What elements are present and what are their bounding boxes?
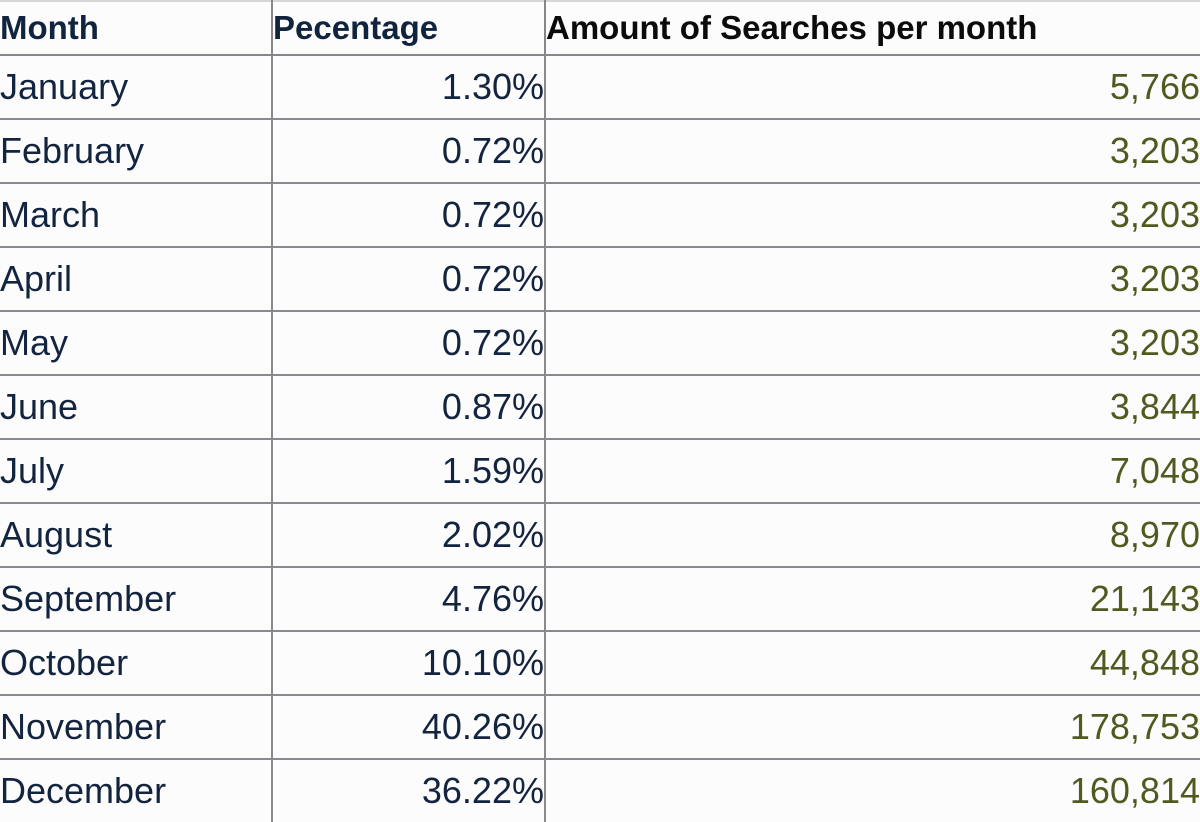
cell-percentage[interactable]: 1.59% <box>272 439 546 504</box>
cell-percentage[interactable]: 0.72% <box>272 183 546 248</box>
cell-percentage[interactable]: 10.10% <box>272 631 546 696</box>
cell-month[interactable]: November <box>0 695 273 760</box>
cell-percentage[interactable]: 4.76% <box>272 567 546 632</box>
cell-percentage[interactable]: 40.26% <box>272 695 546 760</box>
cell-percentage[interactable]: 2.02% <box>272 503 546 568</box>
cell-month[interactable]: February <box>0 119 273 184</box>
table-body: January 1.30% 5,766 February 0.72% 3,203 March… <box>0 55 1200 822</box>
table-header: Month Pecentage Amount of Searches per m… <box>0 0 1200 56</box>
table-row[interactable]: October 10.10% 44,848 <box>0 631 1200 696</box>
cell-amount-of-searches[interactable]: 3,203 <box>545 119 1200 184</box>
table-row[interactable]: March 0.72% 3,203 <box>0 183 1200 248</box>
cell-percentage[interactable]: 0.72% <box>272 119 546 184</box>
column-header-percentage[interactable]: Pecentage <box>272 0 546 56</box>
cell-month[interactable]: April <box>0 247 273 312</box>
cell-amount-of-searches[interactable]: 3,203 <box>545 183 1200 248</box>
table-row[interactable]: November 40.26% 178,753 <box>0 695 1200 760</box>
cell-percentage[interactable]: 0.72% <box>272 247 546 312</box>
table-row[interactable]: January 1.30% 5,766 <box>0 55 1200 120</box>
column-header-amount-of-searches[interactable]: Amount of Searches per month <box>545 0 1200 56</box>
cell-amount-of-searches[interactable]: 8,970 <box>545 503 1200 568</box>
table-row[interactable]: May 0.72% 3,203 <box>0 311 1200 376</box>
table-row[interactable]: December 36.22% 160,814 <box>0 759 1200 822</box>
cell-month[interactable]: September <box>0 567 273 632</box>
cell-month[interactable]: May <box>0 311 273 376</box>
cell-percentage[interactable]: 1.30% <box>272 55 546 120</box>
cell-amount-of-searches[interactable]: 160,814 <box>545 759 1200 822</box>
table-row[interactable]: September 4.76% 21,143 <box>0 567 1200 632</box>
cell-month[interactable]: December <box>0 759 273 822</box>
cell-month[interactable]: January <box>0 55 273 120</box>
spreadsheet-canvas: Month Pecentage Amount of Searches per m… <box>0 0 1200 822</box>
cell-amount-of-searches[interactable]: 7,048 <box>545 439 1200 504</box>
cell-month[interactable]: July <box>0 439 273 504</box>
table-row[interactable]: June 0.87% 3,844 <box>0 375 1200 440</box>
cell-percentage[interactable]: 36.22% <box>272 759 546 822</box>
cell-percentage[interactable]: 0.87% <box>272 375 546 440</box>
cell-percentage[interactable]: 0.72% <box>272 311 546 376</box>
cell-amount-of-searches[interactable]: 44,848 <box>545 631 1200 696</box>
table-header-row: Month Pecentage Amount of Searches per m… <box>0 0 1200 56</box>
cell-amount-of-searches[interactable]: 5,766 <box>545 55 1200 120</box>
cell-month[interactable]: March <box>0 183 273 248</box>
table-row[interactable]: April 0.72% 3,203 <box>0 247 1200 312</box>
cell-month[interactable]: June <box>0 375 273 440</box>
search-volume-table: Month Pecentage Amount of Searches per m… <box>0 0 1200 822</box>
cell-amount-of-searches[interactable]: 3,203 <box>545 247 1200 312</box>
cell-month[interactable]: August <box>0 503 273 568</box>
cell-amount-of-searches[interactable]: 3,203 <box>545 311 1200 376</box>
cell-month[interactable]: October <box>0 631 273 696</box>
cell-amount-of-searches[interactable]: 178,753 <box>545 695 1200 760</box>
cell-amount-of-searches[interactable]: 3,844 <box>545 375 1200 440</box>
table-row[interactable]: February 0.72% 3,203 <box>0 119 1200 184</box>
table-row[interactable]: July 1.59% 7,048 <box>0 439 1200 504</box>
column-header-month[interactable]: Month <box>0 0 273 56</box>
table-row[interactable]: August 2.02% 8,970 <box>0 503 1200 568</box>
cell-amount-of-searches[interactable]: 21,143 <box>545 567 1200 632</box>
